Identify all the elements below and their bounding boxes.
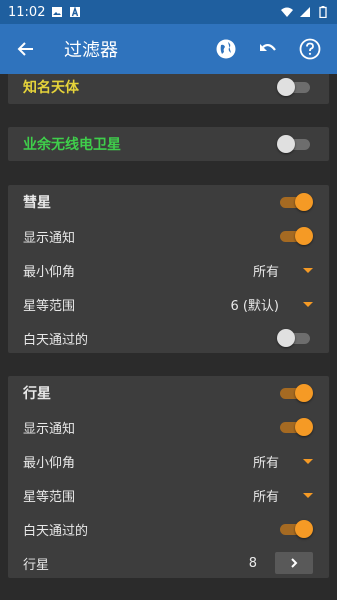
- planets-magnitude-row: 星等范围 所有: [8, 478, 329, 512]
- globe-icon: [216, 39, 236, 59]
- filter-list[interactable]: 知名天体 业余无线电卫星 彗星 显示通知 最小仰角 所有 星等范围 6 (默认)…: [0, 74, 337, 600]
- battery-icon: [319, 6, 327, 18]
- image-icon: [52, 7, 63, 17]
- planets-open-button[interactable]: [275, 552, 313, 574]
- comets-daytime-label: 白天通过的: [23, 332, 89, 348]
- planets-toggle[interactable]: [277, 383, 313, 403]
- planets-magnitude-value: 所有: [252, 489, 279, 505]
- planets-min-elevation-select[interactable]: 所有: [253, 452, 313, 471]
- famous-objects-card: 知名天体: [8, 74, 329, 104]
- comets-header-row[interactable]: 彗星: [8, 185, 329, 219]
- undo-icon: [260, 43, 276, 51]
- dropdown-caret-icon: [303, 458, 313, 464]
- help-button[interactable]: [293, 32, 327, 66]
- planets-title: 行星: [23, 386, 51, 402]
- ham-satellites-label: 业余无线电卫星: [23, 137, 121, 153]
- globe-button[interactable]: [209, 32, 243, 66]
- planets-notify-label: 显示通知: [23, 421, 76, 437]
- undo-button[interactable]: [251, 32, 285, 66]
- comets-min-elevation-select[interactable]: 所有: [253, 261, 313, 280]
- comets-magnitude-label: 星等范围: [23, 298, 76, 314]
- dropdown-caret-icon: [303, 492, 313, 498]
- comets-notify-toggle[interactable]: [277, 226, 313, 246]
- back-button[interactable]: [10, 33, 42, 65]
- comets-card: 彗星 显示通知 最小仰角 所有 星等范围 6 (默认) 白天通过的: [8, 185, 329, 353]
- planets-list-row: 行星 8: [8, 546, 329, 580]
- comets-toggle[interactable]: [277, 192, 313, 212]
- planets-daytime-label: 白天通过的: [23, 523, 89, 539]
- clock: 11:02: [8, 4, 46, 20]
- planets-magnitude-select[interactable]: 所有: [253, 486, 313, 505]
- planets-daytime-row[interactable]: 白天通过的: [8, 512, 329, 546]
- ham-satellites-card: 业余无线电卫星: [8, 127, 329, 161]
- comets-magnitude-select[interactable]: 6 (默认): [230, 295, 313, 314]
- planets-header-row[interactable]: 行星: [8, 376, 329, 410]
- famous-objects-label: 知名天体: [23, 80, 79, 96]
- planets-magnitude-label: 星等范围: [23, 489, 76, 505]
- planets-count: 8: [248, 555, 257, 571]
- planets-list-label: 行星: [23, 557, 50, 573]
- planets-min-elevation-row: 最小仰角 所有: [8, 444, 329, 478]
- signal-icon: [300, 7, 310, 17]
- planets-min-elevation-label: 最小仰角: [23, 455, 76, 471]
- help-icon: [299, 38, 321, 60]
- a-notification-icon: [70, 6, 81, 17]
- wifi-icon: [281, 7, 293, 17]
- app-bar: 过滤器: [0, 24, 337, 74]
- planets-min-elevation-value: 所有: [252, 455, 279, 471]
- dropdown-caret-icon: [303, 267, 313, 273]
- page-title: 过滤器: [64, 40, 118, 61]
- comets-title: 彗星: [23, 195, 51, 211]
- status-bar: 11:02: [0, 0, 337, 24]
- comets-notify-row[interactable]: 显示通知: [8, 219, 329, 253]
- comets-magnitude-row: 星等范围 6 (默认): [8, 287, 329, 321]
- comets-notify-label: 显示通知: [23, 230, 76, 246]
- planets-daytime-toggle[interactable]: [277, 519, 313, 539]
- comets-min-elevation-label: 最小仰角: [23, 264, 76, 280]
- planets-card: 行星 显示通知 最小仰角 所有 星等范围 所有 白天通过的 行星 8: [8, 376, 329, 578]
- planets-notify-toggle[interactable]: [277, 417, 313, 437]
- comets-min-elevation-row: 最小仰角 所有: [8, 253, 329, 287]
- chevron-right-icon: [291, 558, 298, 568]
- comets-daytime-row[interactable]: 白天通过的: [8, 321, 329, 355]
- comets-min-elevation-value: 所有: [252, 264, 279, 280]
- comets-magnitude-value: 6 (默认): [230, 298, 279, 314]
- famous-objects-row[interactable]: 知名天体: [8, 74, 329, 104]
- ham-satellites-toggle[interactable]: [277, 134, 313, 154]
- famous-objects-toggle[interactable]: [277, 77, 313, 97]
- ham-satellites-row[interactable]: 业余无线电卫星: [8, 127, 329, 161]
- planets-notify-row[interactable]: 显示通知: [8, 410, 329, 444]
- dropdown-caret-icon: [303, 301, 313, 307]
- back-arrow-icon: [17, 42, 33, 56]
- comets-daytime-toggle[interactable]: [277, 328, 313, 348]
